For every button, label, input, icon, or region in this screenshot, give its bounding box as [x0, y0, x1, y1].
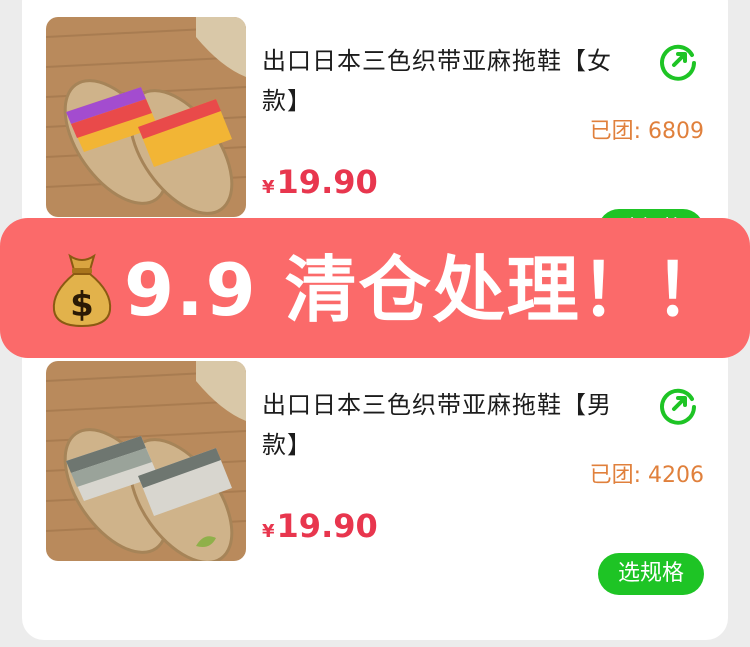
sold-count: 已团: 6809 — [589, 119, 704, 144]
promo-text: 9.9 清仓处理！！ — [124, 248, 729, 332]
sold-count: 已团: 4206 — [589, 463, 704, 488]
currency-symbol: ¥ — [262, 521, 275, 542]
money-bag-icon: $ — [48, 252, 116, 328]
promo-banner: $ 9.9 清仓处理！！ — [0, 218, 750, 358]
product-item-women[interactable]: 出口日本三色织带亚麻拖鞋【女款】 已团: 6809 ¥19.90 选规格 — [0, 17, 750, 251]
price-value: 19.90 — [276, 507, 378, 545]
currency-symbol: ¥ — [262, 177, 275, 198]
svg-text:$: $ — [70, 285, 94, 325]
select-spec-button[interactable]: 选规格 — [598, 553, 704, 595]
product-item-men[interactable]: 出口日本三色织带亚麻拖鞋【男款】 已团: 4206 ¥19.90 选规格 — [0, 361, 750, 595]
product-title[interactable]: 出口日本三色织带亚麻拖鞋【男款】 — [262, 385, 642, 465]
product-image-women[interactable] — [46, 17, 246, 217]
product-price: ¥19.90 — [262, 163, 378, 201]
product-price: ¥19.90 — [262, 507, 378, 545]
price-value: 19.90 — [276, 163, 378, 201]
product-image-men[interactable] — [46, 361, 246, 561]
share-refresh-icon[interactable] — [656, 39, 700, 83]
product-title[interactable]: 出口日本三色织带亚麻拖鞋【女款】 — [262, 41, 642, 121]
share-refresh-icon[interactable] — [656, 383, 700, 427]
